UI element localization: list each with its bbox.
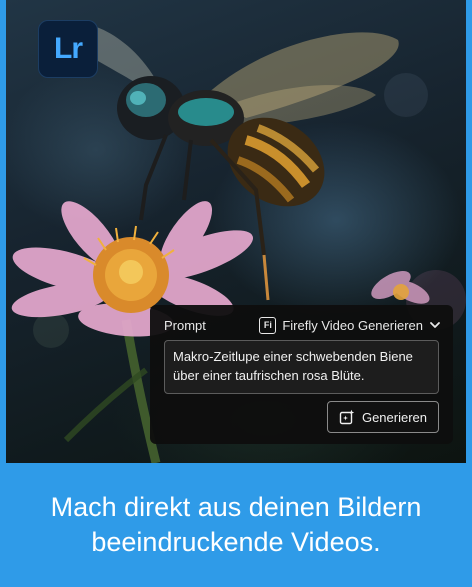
generate-button[interactable]: Generieren: [327, 401, 439, 433]
headline-line-2: beeindruckende Videos.: [91, 527, 381, 557]
firefly-icon: Fi: [259, 316, 277, 334]
model-dropdown[interactable]: Fi Firefly Video Generieren: [259, 316, 441, 334]
prompt-label: Prompt: [164, 317, 206, 333]
ad-frame: Lr Prompt Fi Firefly Video Generieren Ma…: [0, 0, 472, 587]
headline-line-1: Mach direkt aus deinen Bildern: [50, 492, 422, 522]
lightroom-logo-text: Lr: [54, 32, 83, 65]
lightroom-logo-icon: Lr: [38, 20, 98, 78]
generate-button-label: Generieren: [361, 409, 428, 425]
prompt-input[interactable]: Makro-Zeitlupe einer schwebenden Biene ü…: [164, 340, 439, 394]
headline-banner: Mach direkt aus deinen Bildern beeindruc…: [0, 463, 472, 587]
chevron-down-icon: [430, 322, 440, 328]
generate-sparkle-icon: [339, 409, 355, 425]
prompt-panel: Prompt Fi Firefly Video Generieren Makro…: [150, 305, 453, 444]
prompt-panel-header: Prompt Fi Firefly Video Generieren: [164, 314, 441, 336]
model-dropdown-label: Firefly Video Generieren: [282, 317, 423, 333]
